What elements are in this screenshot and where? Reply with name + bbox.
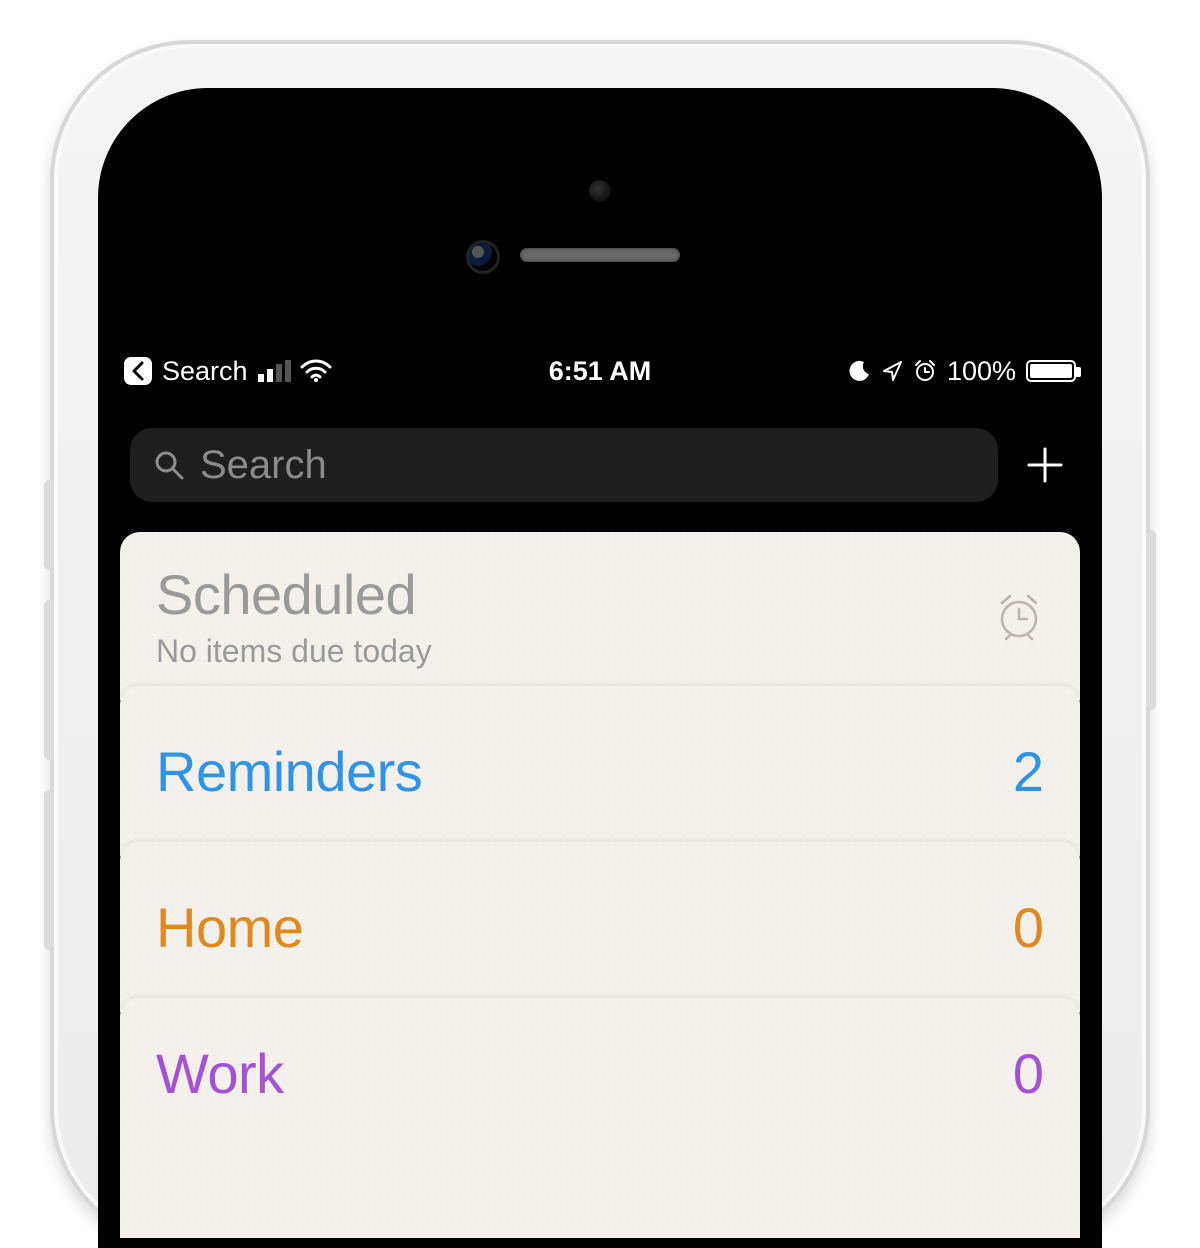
search-input[interactable]: Search bbox=[130, 428, 998, 502]
back-to-search-button[interactable] bbox=[124, 357, 152, 385]
volume-down-button bbox=[44, 790, 54, 950]
proximity-sensor bbox=[589, 180, 611, 202]
list-work[interactable]: Work 0 bbox=[120, 998, 1080, 1238]
scheduled-subtitle: No items due today bbox=[156, 633, 432, 670]
list-count: 2 bbox=[1013, 739, 1044, 804]
search-placeholder: Search bbox=[200, 443, 327, 488]
alarm-set-icon bbox=[913, 359, 937, 383]
list-name: Home bbox=[156, 895, 303, 960]
list-count: 0 bbox=[1013, 1041, 1044, 1106]
mute-switch bbox=[44, 480, 54, 570]
clock-time: 6:51 AM bbox=[549, 356, 652, 387]
location-icon bbox=[881, 360, 903, 382]
add-list-button[interactable] bbox=[1020, 445, 1070, 485]
battery-percentage: 100% bbox=[947, 356, 1016, 387]
status-bar: Search 6:51 AM bbox=[120, 348, 1080, 394]
scheduled-card[interactable]: Scheduled No items due today bbox=[120, 532, 1080, 700]
cellular-signal-icon bbox=[258, 360, 291, 382]
plus-icon bbox=[1025, 445, 1065, 485]
list-home[interactable]: Home 0 bbox=[120, 842, 1080, 1012]
battery-icon bbox=[1026, 360, 1076, 382]
list-name: Work bbox=[156, 1041, 284, 1106]
wifi-icon bbox=[301, 360, 331, 382]
volume-up-button bbox=[44, 600, 54, 760]
chevron-left-icon bbox=[131, 362, 145, 380]
phone-frame: Search 6:51 AM bbox=[50, 40, 1150, 1248]
search-icon bbox=[154, 450, 184, 480]
phone-hardware bbox=[120, 128, 1080, 348]
list-reminders[interactable]: Reminders 2 bbox=[120, 686, 1080, 856]
list-name: Reminders bbox=[156, 739, 422, 804]
power-button bbox=[1146, 530, 1156, 710]
back-label[interactable]: Search bbox=[162, 356, 248, 387]
earpiece-speaker bbox=[520, 248, 680, 262]
list-count: 0 bbox=[1013, 895, 1044, 960]
scheduled-title: Scheduled bbox=[156, 562, 432, 627]
front-camera bbox=[466, 240, 500, 274]
do-not-disturb-icon bbox=[849, 360, 871, 382]
reminder-lists: Scheduled No items due today Reminders 2… bbox=[120, 532, 1080, 1238]
alarm-clock-icon bbox=[994, 591, 1044, 641]
